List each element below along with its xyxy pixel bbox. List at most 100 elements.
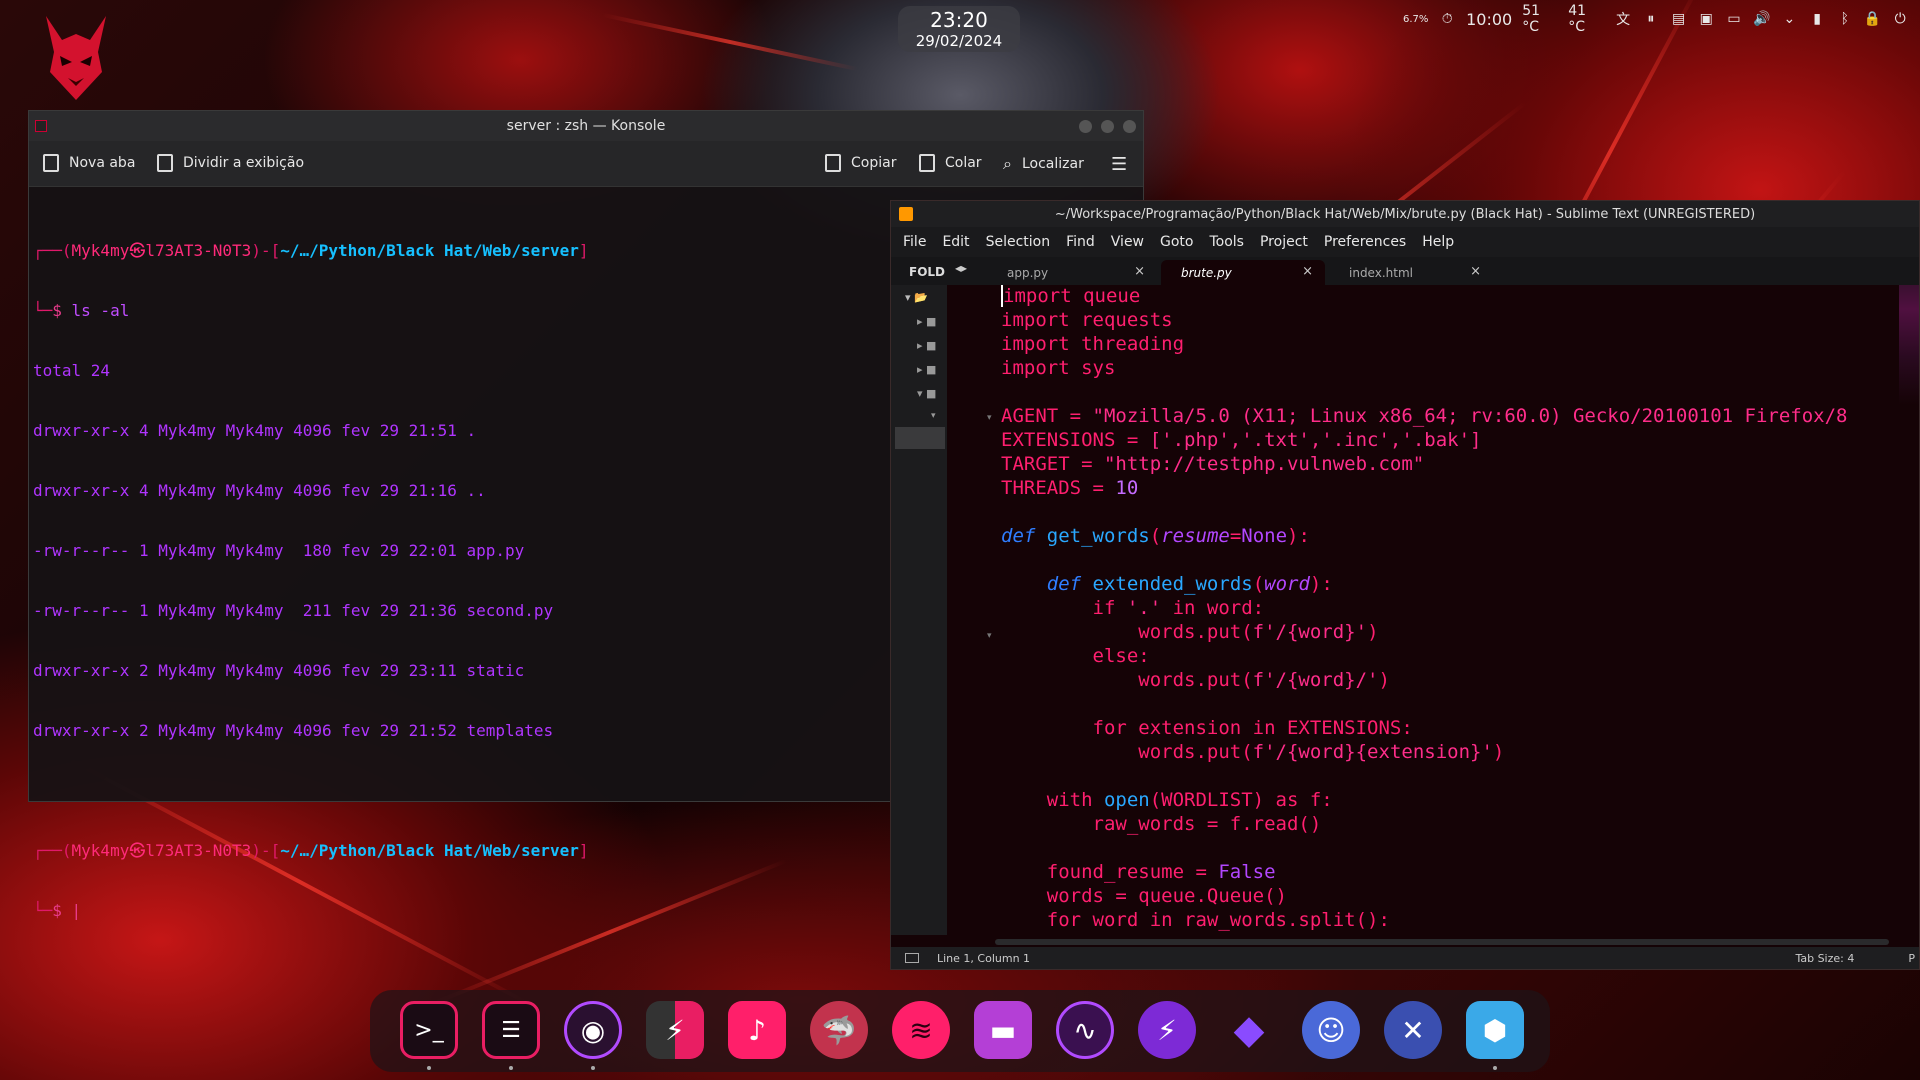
bluetooth-icon[interactable]: ᛒ	[1831, 8, 1859, 30]
code-string: "http://testphp.vulnweb.com"	[1103, 453, 1425, 475]
sysmon-icon[interactable]: ☰	[482, 1001, 540, 1059]
prompt-host: l73AT3-N0T3	[145, 241, 252, 260]
selected-file-row[interactable]	[895, 427, 945, 449]
tab-app-py[interactable]: app.py ×	[987, 260, 1157, 285]
prompt-path: ~/…/Python/Black Hat/Web/server	[280, 841, 579, 860]
menu-find[interactable]: Find	[1066, 234, 1095, 250]
clock-widget[interactable]: 23:20 29/02/2024	[898, 6, 1020, 52]
running-indicator	[1493, 1066, 1497, 1070]
gpu-temp[interactable]: 41 °C	[1563, 3, 1609, 35]
clipboard-icon[interactable]: ▤	[1665, 8, 1693, 30]
folder-open-icon[interactable]: ▾ ■	[917, 387, 936, 400]
tab-bar: FOLD ◂▸ app.py × brute.py × index.html ×	[891, 257, 1919, 285]
power-icon[interactable]: ⏻	[1886, 8, 1914, 30]
menu-preferences[interactable]: Preferences	[1324, 234, 1406, 250]
dock: >_ ☰ ◉ ⚡ ♪ 🦈 ≋ ▬ ∿ ⚡ ◆ ☺ ✕ ⬢	[370, 990, 1550, 1072]
shark-icon[interactable]: 🦈	[810, 1001, 868, 1059]
konsole-toolbar: Nova aba Dividir a exibição Copiar Colar…	[29, 141, 1143, 187]
syntax-mode[interactable]: P	[1908, 952, 1915, 965]
terminal-icon[interactable]: >_	[400, 1001, 458, 1059]
prompt-symbol: ㉿	[129, 241, 146, 260]
volume-icon[interactable]: 🔊	[1748, 8, 1776, 30]
avatar-icon[interactable]: ◉	[564, 1001, 622, 1059]
vscode-icon[interactable]: ✕	[1384, 1001, 1442, 1059]
close-icon[interactable]: ×	[1134, 264, 1145, 279]
menu-help[interactable]: Help	[1422, 234, 1454, 250]
spotify-icon[interactable]: ≋	[892, 1001, 950, 1059]
search-icon: ⌕	[1003, 154, 1012, 173]
menu-tools[interactable]: Tools	[1209, 234, 1244, 250]
folder-open-icon[interactable]: ▾ 📂	[905, 291, 928, 304]
new-tab-icon	[43, 154, 59, 172]
folder-sidebar[interactable]: ▾ 📂 ▸ ■ ▸ ■ ▸ ■ ▾ ■ ▾	[891, 285, 947, 935]
pause-icon[interactable]: ⏸	[1637, 8, 1665, 30]
tab-size[interactable]: Tab Size: 4	[1795, 952, 1854, 965]
menu-bar: File Edit Selection Find View Goto Tools…	[891, 227, 1919, 257]
paste-button[interactable]: Colar	[919, 154, 982, 172]
clock-time: 23:20	[930, 8, 988, 32]
bolt-app-icon[interactable]: ⚡	[646, 1001, 704, 1059]
maximize-button[interactable]	[1101, 120, 1114, 133]
menu-edit[interactable]: Edit	[942, 234, 969, 250]
prompt-host: l73AT3-N0T3	[145, 841, 252, 860]
terminal-command: ls -al	[71, 301, 130, 320]
cpu-temp[interactable]: 51 °C	[1517, 3, 1563, 35]
find-button[interactable]: ⌕ Localizar	[1003, 154, 1084, 174]
audio-icon[interactable]: ∿	[1056, 1001, 1114, 1059]
music-icon[interactable]: ♪	[728, 1001, 786, 1059]
konsole-app-icon	[35, 120, 47, 132]
chevron-down-icon[interactable]: ⌄	[1776, 8, 1804, 30]
lock-icon[interactable]: 🔒	[1859, 8, 1887, 30]
copy-button[interactable]: Copiar	[825, 154, 896, 172]
new-tab-button[interactable]: Nova aba	[43, 154, 135, 172]
horizontal-scrollbar[interactable]	[995, 939, 1889, 945]
burp-icon[interactable]: ⚡	[1138, 1001, 1196, 1059]
sublime-window: ~/Workspace/Programação/Python/Black Hat…	[890, 200, 1920, 970]
menu-selection[interactable]: Selection	[986, 234, 1051, 250]
discord-icon[interactable]: ☺	[1302, 1001, 1360, 1059]
prompt-user: Myk4my	[71, 841, 130, 860]
konsole-titlebar[interactable]: server : zsh — Konsole	[29, 111, 1143, 141]
obsidian-icon[interactable]: ◆	[1220, 1001, 1278, 1059]
translate-icon[interactable]: 文	[1609, 8, 1637, 30]
code-number: 10	[1115, 477, 1139, 499]
device-icon[interactable]: ▣	[1692, 8, 1720, 30]
close-icon[interactable]: ×	[1470, 264, 1481, 279]
timer-value[interactable]: 10:00	[1461, 10, 1517, 29]
system-tray: 6.7% ⏱ 10:00 51 °C 41 °C 文 ⏸ ▤ ▣ ▭ 🔊 ⌄ ▮…	[1398, 3, 1914, 35]
folder-icon[interactable]: ▬	[974, 1001, 1032, 1059]
fold-arrow-icon[interactable]: ▾	[987, 413, 992, 423]
menu-view[interactable]: View	[1111, 234, 1144, 250]
folder-icon[interactable]: ▸ ■	[917, 339, 936, 352]
copy-icon	[825, 154, 841, 172]
box-icon[interactable]: ⬢	[1466, 1001, 1524, 1059]
fold-arrow-icon[interactable]: ▾	[987, 631, 992, 641]
tab-nav-arrows-icon[interactable]: ◂▸	[955, 261, 967, 275]
hamburger-menu-button[interactable]: ☰	[1111, 154, 1127, 175]
folder-icon[interactable]: ▸ ■	[917, 315, 936, 328]
display-icon[interactable]: ▭	[1720, 8, 1748, 30]
split-view-label: Dividir a exibição	[183, 155, 305, 171]
split-view-button[interactable]: Dividir a exibição	[157, 154, 304, 172]
sublime-titlebar[interactable]: ~/Workspace/Programação/Python/Black Hat…	[891, 201, 1919, 227]
menu-file[interactable]: File	[903, 234, 926, 250]
minimap[interactable]	[1899, 285, 1919, 405]
menu-goto[interactable]: Goto	[1160, 234, 1193, 250]
panel-toggle-icon[interactable]	[905, 953, 919, 963]
fold-gutter: ▾ ▾	[947, 285, 995, 935]
folder-icon[interactable]: ▸ ■	[917, 363, 936, 376]
code-string: ['.php','.txt','.inc','.bak']	[1149, 429, 1482, 451]
cpu-usage[interactable]: 6.7%	[1398, 14, 1433, 25]
code-editor[interactable]: 1234567891011121314151617181920212223242…	[995, 285, 1899, 935]
battery-icon[interactable]: ▮	[1803, 8, 1831, 30]
menu-project[interactable]: Project	[1260, 234, 1308, 250]
close-button[interactable]	[1123, 120, 1136, 133]
chevron-down-icon[interactable]: ▾	[931, 411, 936, 421]
timer-icon[interactable]: ⏱	[1433, 8, 1461, 30]
close-icon[interactable]: ×	[1302, 264, 1313, 279]
tab-brute-py[interactable]: brute.py ×	[1161, 260, 1325, 285]
minimize-button[interactable]	[1079, 120, 1092, 133]
tab-label: app.py	[1007, 265, 1049, 280]
tab-index-html[interactable]: index.html ×	[1329, 260, 1493, 285]
cursor-position: Line 1, Column 1	[937, 951, 1031, 965]
